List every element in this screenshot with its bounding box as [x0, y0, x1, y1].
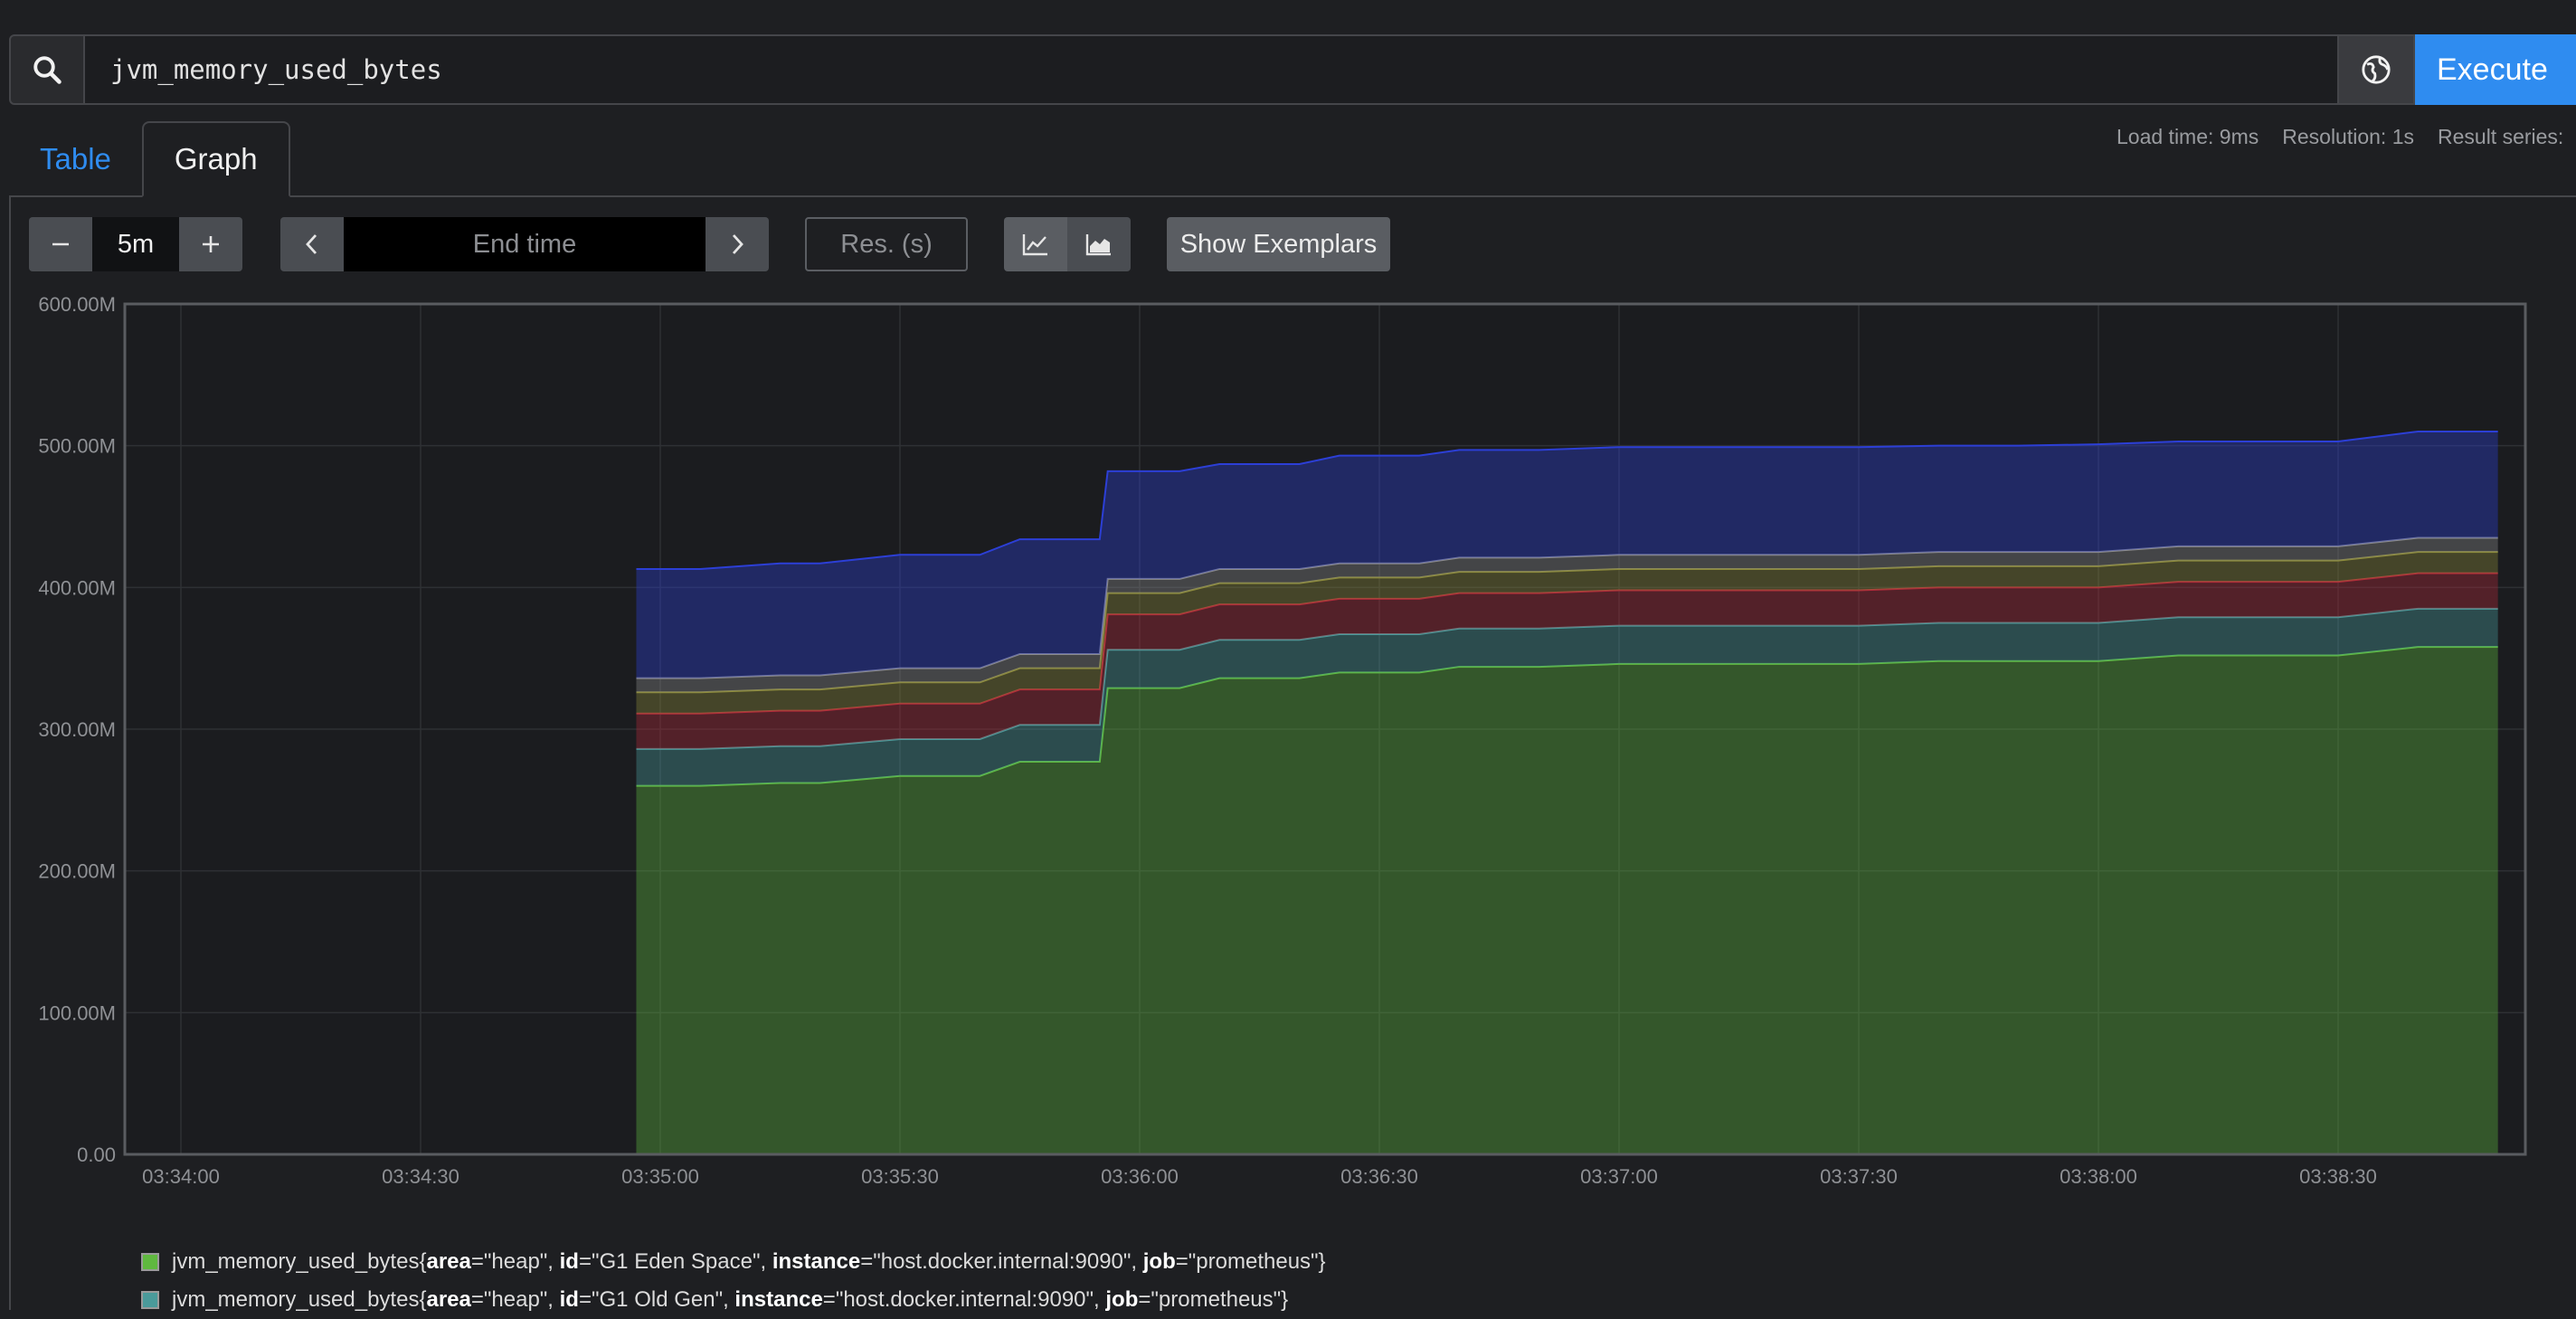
y-tick-label: 300.00M — [38, 718, 116, 741]
range-control: 5m — [29, 217, 242, 271]
increase-range-button[interactable] — [179, 217, 242, 271]
x-tick-label: 03:35:30 — [861, 1165, 939, 1188]
globe-icon — [2362, 55, 2391, 84]
search-icon — [33, 56, 62, 84]
x-tick-label: 03:34:00 — [142, 1165, 220, 1188]
area-chart-icon — [1085, 234, 1111, 256]
query-stats: Load time: 9ms Resolution: 1s Result ser… — [2117, 125, 2563, 149]
next-time-button[interactable] — [706, 217, 769, 271]
stacked-chart-button[interactable] — [1067, 217, 1131, 271]
resolution: Resolution: 1s — [2282, 125, 2414, 148]
legend-swatch — [141, 1253, 159, 1271]
decrease-range-button[interactable] — [29, 217, 92, 271]
load-time: Load time: 9ms — [2117, 125, 2259, 148]
result-series: Result series: — [2438, 125, 2564, 148]
legend-label: jvm_memory_used_bytes{area="heap", id="G… — [172, 1287, 1289, 1312]
chevron-right-icon — [732, 234, 743, 254]
chevron-left-icon — [306, 234, 317, 254]
legend: jvm_memory_used_bytes{area="heap", id="G… — [141, 1243, 1326, 1319]
tab-graph[interactable]: Graph — [141, 121, 290, 197]
tabs-divider — [9, 195, 2576, 197]
legend-swatch — [141, 1291, 159, 1309]
line-chart-icon — [1022, 234, 1047, 256]
execute-button[interactable]: Execute — [2415, 34, 2576, 105]
minus-icon — [52, 242, 69, 246]
resolution-input[interactable]: Res. (s) — [805, 217, 968, 271]
x-tick-label: 03:38:30 — [2299, 1165, 2377, 1188]
line-chart-button[interactable] — [1004, 217, 1067, 271]
tab-table[interactable]: Table — [9, 121, 142, 197]
range-input[interactable]: 5m — [92, 217, 179, 271]
y-tick-label: 400.00M — [38, 576, 116, 599]
show-exemplars-button[interactable]: Show Exemplars — [1167, 217, 1390, 271]
x-tick-label: 03:35:00 — [621, 1165, 699, 1188]
metrics-explorer-button[interactable] — [2339, 34, 2415, 105]
end-time-input[interactable]: End time — [344, 217, 706, 271]
x-tick-label: 03:34:30 — [382, 1165, 459, 1188]
y-tick-label: 200.00M — [38, 860, 116, 883]
search-button[interactable] — [9, 34, 85, 105]
y-tick-label: 100.00M — [38, 1001, 116, 1024]
stacked-area-chart: 600.00M 500.00M 400.00M 300.00M 200.00M 100.0… — [38, 293, 2527, 1188]
end-time-control: End time — [280, 217, 769, 271]
x-tick-label: 03:37:00 — [1580, 1165, 1658, 1188]
y-tick-label: 600.00M — [38, 293, 116, 316]
previous-time-button[interactable] — [280, 217, 344, 271]
legend-item[interactable]: jvm_memory_used_bytes{area="heap", id="G… — [141, 1281, 1326, 1319]
x-tick-label: 03:38:00 — [2060, 1165, 2137, 1188]
chart-type-toggle — [1004, 217, 1131, 271]
query-input[interactable]: jvm_memory_used_bytes — [85, 34, 2339, 105]
x-tick-label: 03:36:30 — [1340, 1165, 1418, 1188]
y-tick-label: 500.00M — [38, 435, 116, 458]
legend-item[interactable]: jvm_memory_used_bytes{area="heap", id="G… — [141, 1243, 1326, 1281]
query-bar: jvm_memory_used_bytes Execute — [9, 34, 2576, 105]
legend-label: jvm_memory_used_bytes{area="heap", id="G… — [172, 1249, 1326, 1274]
x-tick-label: 03:36:00 — [1101, 1165, 1179, 1188]
plus-icon — [203, 236, 219, 252]
y-tick-label: 0.00 — [77, 1143, 116, 1166]
tab-bar: Table Graph — [9, 121, 290, 197]
x-tick-label: 03:37:30 — [1820, 1165, 1898, 1188]
